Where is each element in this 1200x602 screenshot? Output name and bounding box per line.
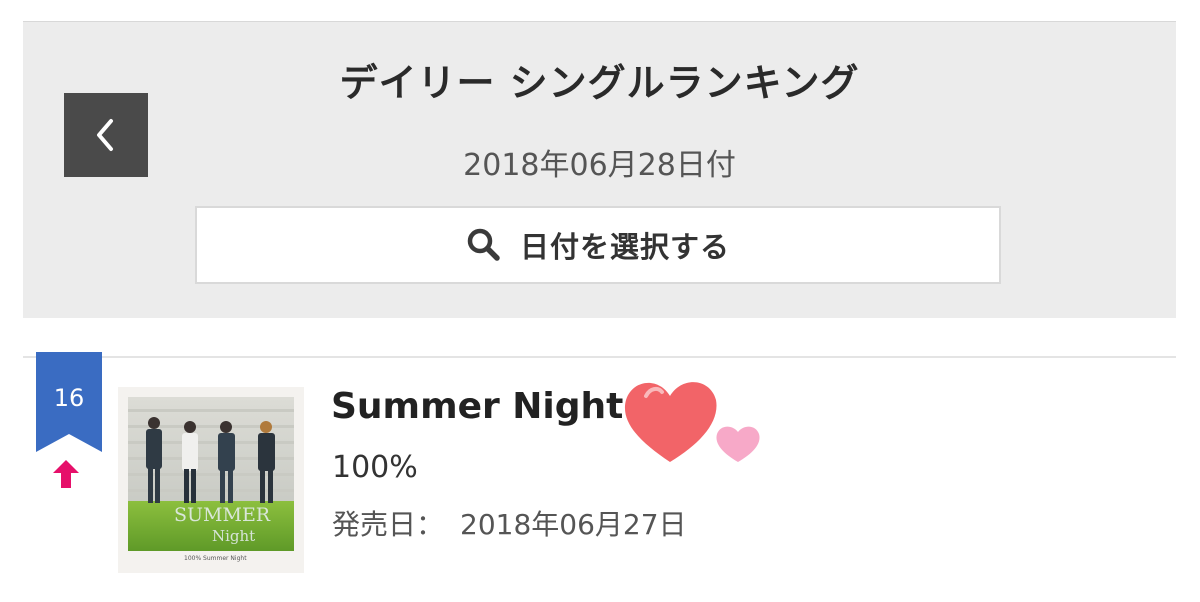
up-arrow-icon xyxy=(53,460,79,488)
release-info: 発売日： 2018年06月27日 xyxy=(332,503,687,543)
ranking-page: デイリー シングルランキング 2018年06月28日付 日付を選択する 16 S… xyxy=(0,0,1200,602)
cover-title-line2: Night xyxy=(212,527,255,545)
release-date-label: 発売日： xyxy=(332,508,445,541)
cover-caption: 100% Summer Night xyxy=(184,555,247,562)
release-date: 2018年06月27日 xyxy=(460,508,687,541)
ranking-date: 2018年06月28日付 xyxy=(463,148,736,183)
hearts-sticker xyxy=(624,382,760,462)
list-divider xyxy=(23,356,1176,358)
artist-name[interactable]: 100% xyxy=(332,450,418,485)
date-select-button[interactable]: 日付を選択する xyxy=(195,206,1001,284)
song-title[interactable]: Summer Night xyxy=(331,386,623,427)
cover-title-line1: SUMMER xyxy=(174,504,271,526)
search-icon xyxy=(467,228,500,261)
album-cover[interactable]: SUMMER Night 100% Summer Night xyxy=(118,387,304,573)
page-title: デイリー シングルランキング xyxy=(339,61,860,105)
date-select-label: 日付を選択する xyxy=(519,230,730,264)
album-cover-art: SUMMER Night 100% Summer Night xyxy=(128,397,294,563)
rank-number: 16 xyxy=(53,384,85,412)
